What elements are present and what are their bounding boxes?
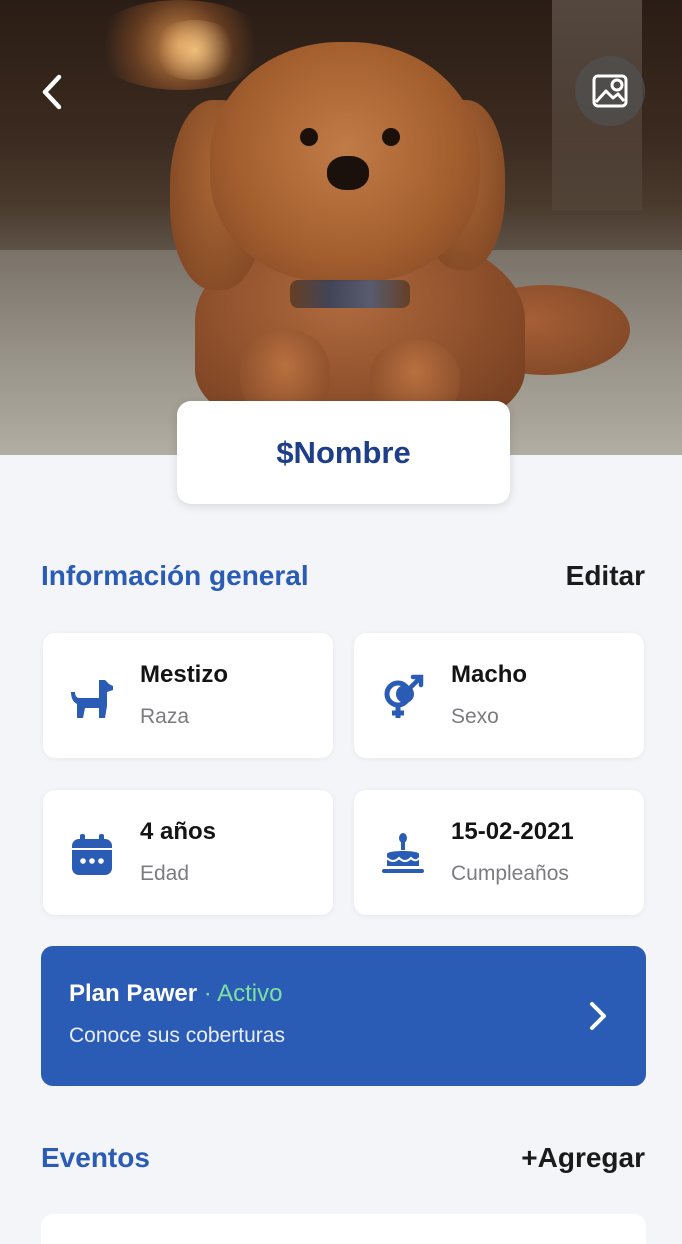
age-label: Edad bbox=[140, 862, 190, 885]
cake-icon bbox=[378, 830, 428, 880]
sex-label: Sexo bbox=[451, 705, 499, 728]
chevron-left-icon bbox=[42, 74, 62, 110]
age-value: 4 años bbox=[140, 818, 217, 845]
plan-card[interactable]: Plan Pawer · Activo Conoce sus cobertura… bbox=[41, 946, 646, 1086]
dog-nose bbox=[327, 156, 369, 190]
background-fire-light bbox=[150, 20, 240, 80]
birthday-value: 15-02-2021 bbox=[451, 818, 574, 845]
dog-eye-left bbox=[300, 128, 318, 146]
add-event-button[interactable]: +Agregar bbox=[521, 1142, 645, 1174]
pet-name-card: $Nombre bbox=[177, 401, 510, 504]
age-card[interactable]: 4 años Edad bbox=[43, 790, 333, 915]
dog-icon bbox=[67, 673, 117, 723]
plan-separator: · bbox=[197, 980, 218, 1007]
edit-button[interactable]: Editar bbox=[566, 560, 645, 592]
plan-title: Plan Pawer · Activo bbox=[69, 980, 282, 1008]
breed-card[interactable]: Mestizo Raza bbox=[43, 633, 333, 758]
birthday-label: Cumpleaños bbox=[451, 862, 569, 885]
breed-label: Raza bbox=[140, 705, 190, 728]
gender-icon bbox=[378, 673, 428, 723]
pet-photo bbox=[0, 0, 682, 455]
back-button[interactable] bbox=[30, 68, 74, 116]
change-photo-button[interactable] bbox=[575, 56, 645, 126]
pet-name: $Nombre bbox=[276, 434, 411, 470]
birthday-card[interactable]: 15-02-2021 Cumpleaños bbox=[354, 790, 644, 915]
chevron-right-icon bbox=[590, 1002, 606, 1030]
sex-value: Macho bbox=[451, 661, 528, 688]
dog-eye-right bbox=[382, 128, 400, 146]
dog-collar bbox=[290, 280, 410, 308]
calendar-icon bbox=[67, 830, 117, 880]
image-pin-icon bbox=[592, 74, 628, 108]
breed-value: Mestizo bbox=[140, 661, 229, 688]
event-card[interactable] bbox=[41, 1214, 646, 1244]
plan-subtitle: Conoce sus coberturas bbox=[69, 1024, 285, 1047]
plan-status: Activo bbox=[217, 980, 283, 1007]
sex-card[interactable]: Macho Sexo bbox=[354, 633, 644, 758]
plan-name: Plan Pawer bbox=[69, 980, 198, 1007]
general-info-title: Información general bbox=[41, 560, 309, 591]
events-title: Eventos bbox=[41, 1142, 150, 1173]
